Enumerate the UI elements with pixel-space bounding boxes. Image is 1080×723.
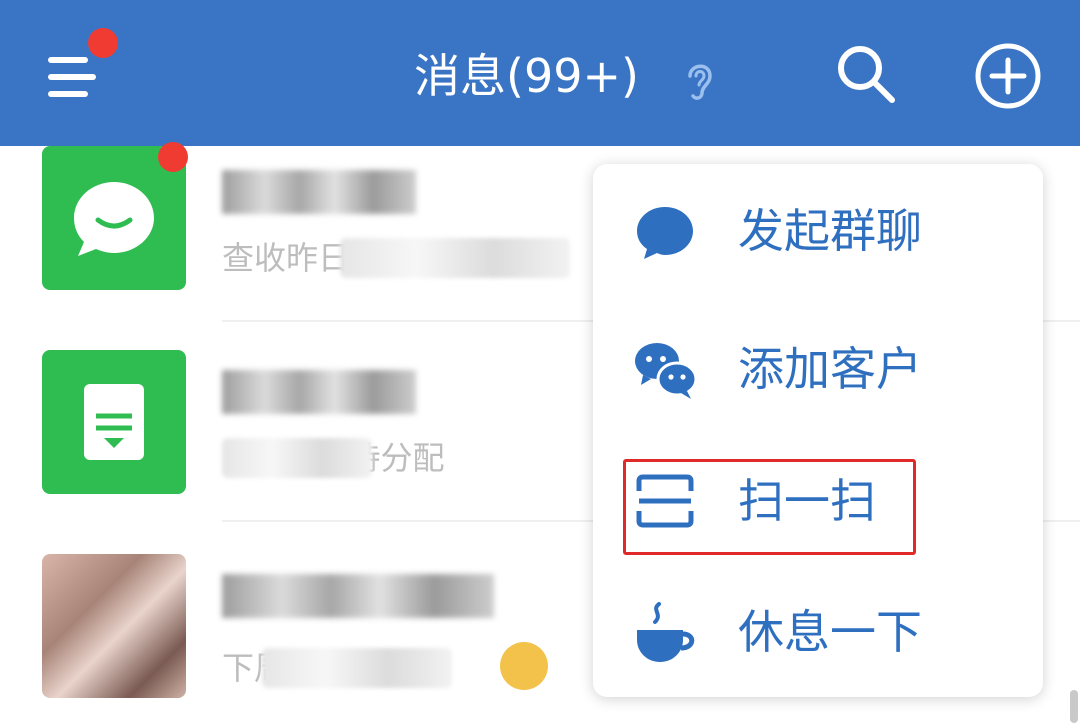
menu-item-label: 休息一下	[738, 605, 922, 659]
coffee-cup-icon	[637, 602, 695, 662]
preview-blur	[340, 238, 570, 278]
ear-icon[interactable]	[682, 56, 718, 102]
chat-name	[222, 574, 494, 618]
highlight-annotation	[623, 459, 916, 555]
chat-bubble-icon	[637, 207, 693, 259]
emoji-icon	[500, 642, 548, 690]
menu-item-label: 发起群聊	[738, 204, 922, 258]
photo-avatar	[42, 554, 186, 698]
notification-badge	[88, 28, 118, 58]
add-circle-icon[interactable]	[974, 42, 1042, 110]
chat-name	[222, 370, 416, 414]
scrollbar[interactable]	[1070, 690, 1078, 723]
messages-screen: 消息(99+) 查收昨日...数据 发起群聊 添加客户 扫一扫 休息一下	[0, 0, 1080, 723]
menu-item-take-break[interactable]: 休息一下	[593, 567, 1043, 697]
unread-badge	[158, 142, 188, 172]
preview-blur	[262, 648, 452, 688]
avatar	[42, 350, 186, 494]
wechat-icon	[635, 343, 697, 399]
menu-button[interactable]	[40, 28, 118, 110]
search-icon[interactable]	[834, 42, 898, 106]
menu-item-add-customer[interactable]: 添加客户	[593, 304, 1043, 434]
add-popover-menu: 发起群聊 添加客户 扫一扫 休息一下	[593, 164, 1043, 697]
chat-name	[222, 170, 416, 214]
preview-blur	[222, 438, 372, 478]
page-title: 消息(99+)	[414, 49, 639, 103]
document-icon	[84, 384, 144, 460]
menu-item-label: 添加客户	[738, 342, 922, 396]
menu-item-start-group-chat[interactable]: 发起群聊	[593, 166, 1043, 296]
top-bar: 消息(99+)	[0, 0, 1080, 146]
